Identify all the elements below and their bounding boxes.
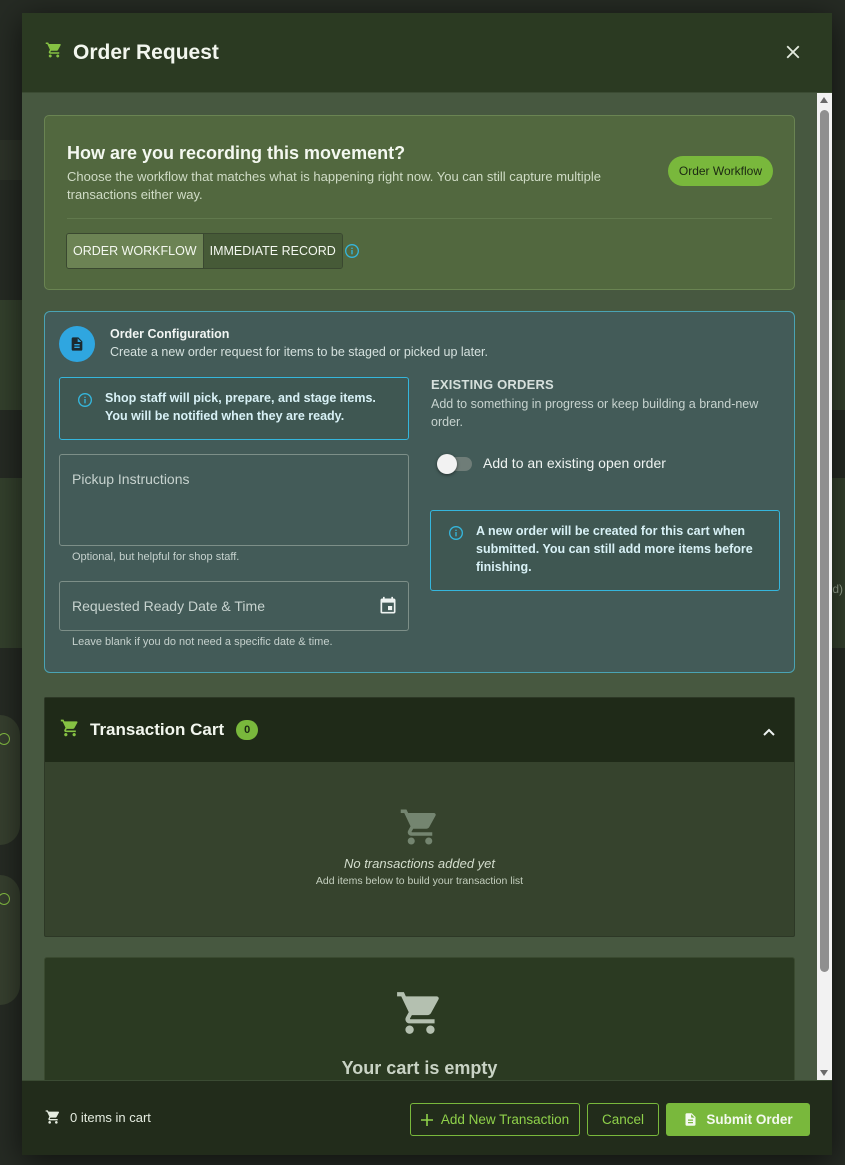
submit-order-label: Submit Order [706,1112,793,1127]
backdrop-status-icon [0,893,10,905]
info-icon [448,525,464,546]
transaction-cart-header[interactable]: Transaction Cart 0 [45,698,794,762]
submit-order-button[interactable]: Submit Order [666,1103,810,1136]
pickup-instructions-placeholder: Pickup Instructions [72,471,190,487]
add-new-transaction-label: Add New Transaction [440,1112,570,1127]
ready-datetime-placeholder: Requested Ready Date & Time [72,598,265,614]
order-config-card: Order Configuration Create a new order r… [44,311,795,673]
backdrop-pill [0,715,20,845]
new-order-info-alert: A new order will be created for this car… [430,510,780,591]
order-workflow-toggle[interactable]: ORDER WORKFLOW [67,234,203,268]
switch-knob [437,454,457,474]
order-request-modal: Order Request How are you recording this… [22,13,832,1155]
scroll-up-arrow[interactable] [820,97,828,103]
add-new-transaction-button[interactable]: Add New Transaction [410,1103,580,1136]
pickup-instructions-field[interactable]: Pickup Instructions [59,454,409,546]
empty-cart-panel: Your cart is empty [44,957,795,1080]
empty-cart-icon-wrap [45,988,794,1043]
cart-icon [45,41,63,64]
order-config-subtitle: Create a new order request for items to … [110,345,488,359]
backdrop-side-text: d) [832,582,843,596]
order-config-badge [59,326,95,362]
staff-info-alert: Shop staff will pick, prepare, and stage… [59,377,409,440]
new-order-info-text: A new order will be created for this car… [476,524,753,574]
cart-icon [45,1109,61,1125]
empty-cart-title: Your cart is empty [341,1058,498,1078]
backdrop-pill [0,875,20,1005]
close-icon [786,45,800,59]
no-transactions-subtitle: Add items below to build your transactio… [315,875,524,887]
close-button[interactable] [782,41,804,63]
workflow-badge: Order Workflow [667,156,773,186]
info-icon [77,392,93,413]
existing-orders-description: Add to something in progress or keep bui… [431,397,759,429]
transaction-cart-title: Transaction Cart [90,720,225,739]
cart-icon [399,809,441,852]
datetime-helper-text: Leave blank if you do not need a specifi… [72,636,333,648]
scroll-down-arrow[interactable] [820,1070,828,1076]
no-transactions-title: No transactions added yet [343,856,496,871]
cancel-button[interactable]: Cancel [587,1103,659,1136]
items-in-cart-text: 0 items in cart [70,1109,151,1125]
divider [67,218,772,219]
plus-icon [420,1113,433,1126]
existing-orders-title: EXISTING ORDERS [431,377,554,392]
workflow-description: Choose the workflow that matches what is… [67,169,602,202]
existing-order-switch-label[interactable]: Add to an existing open order [483,455,666,471]
workflow-card: How are you recording this movement? Cho… [44,115,795,290]
workflow-toggle-group: ORDER WORKFLOW IMMEDIATE RECORD [66,233,343,269]
scrollbar-thumb[interactable] [820,110,829,972]
calendar-icon[interactable] [378,596,398,621]
pickup-helper-text: Optional, but helpful for shop staff. [72,551,240,563]
ready-datetime-field[interactable]: Requested Ready Date & Time [59,581,409,631]
immediate-record-toggle[interactable]: IMMEDIATE RECORD [202,234,342,268]
workflow-heading: How are you recording this movement? [67,143,406,163]
existing-order-switch[interactable] [437,454,472,474]
order-config-title: Order Configuration [110,327,230,341]
document-icon [71,337,83,351]
staff-info-text: Shop staff will pick, prepare, and stage… [105,391,376,423]
transaction-cart: Transaction Cart 0 No transactions added… [44,697,795,937]
chevron-up-icon[interactable] [762,724,776,742]
empty-cart-icon-wrap [45,806,794,853]
cart-icon [60,718,80,743]
cancel-label: Cancel [601,1112,645,1127]
cart-icon [395,992,445,1042]
modal-body: How are you recording this movement? Cho… [22,93,832,1080]
info-icon[interactable] [344,243,360,264]
cart-count-badge: 0 [236,720,259,740]
modal-title: Order Request [73,40,219,64]
document-icon [683,1112,698,1127]
backdrop-status-icon [0,733,10,745]
scrollbar[interactable] [817,93,832,1080]
modal-footer: 0 items in cart Add New Transaction Canc… [22,1080,832,1155]
cart-summary: 0 items in cart [45,1109,151,1125]
modal-header: Order Request [22,13,832,93]
